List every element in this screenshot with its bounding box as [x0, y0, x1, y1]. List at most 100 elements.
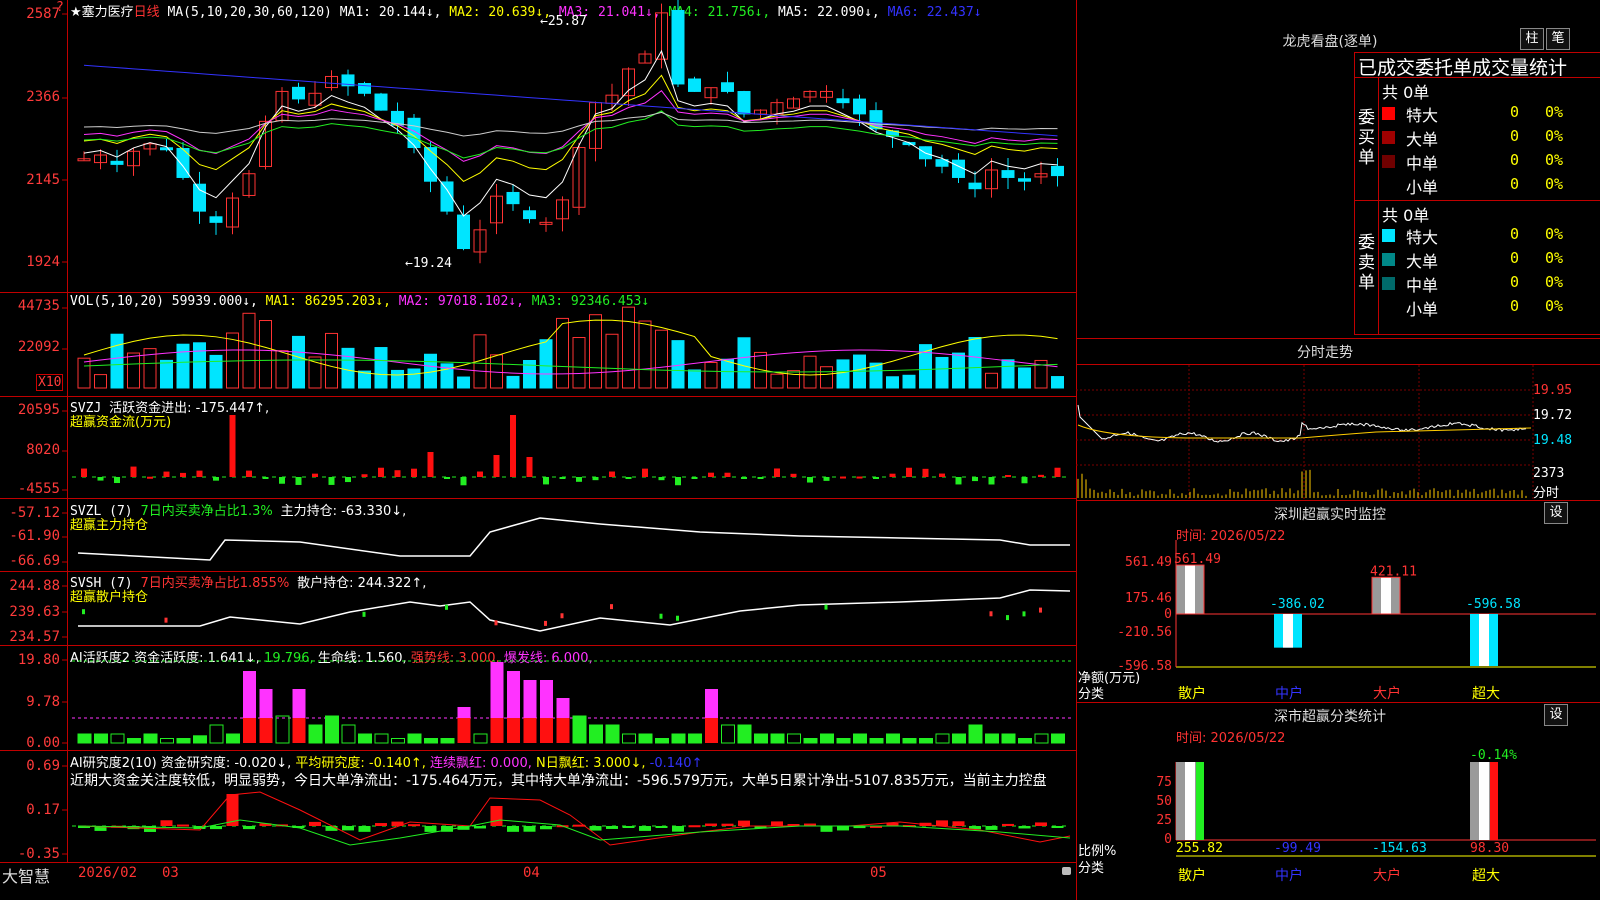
kline-charts[interactable]	[0, 0, 1076, 882]
ai2-bar	[176, 738, 191, 744]
svzl-line	[77, 517, 1070, 561]
svsh-tick	[659, 613, 663, 619]
lock-icon[interactable]	[1062, 867, 1071, 875]
research-bar	[771, 821, 783, 826]
monitor-y-label: 561.49	[1125, 555, 1172, 570]
volume-bar	[655, 329, 668, 389]
monitor-title: 深圳超赢实时监控	[1274, 507, 1386, 523]
research-bar	[672, 826, 684, 832]
research-bar	[325, 826, 338, 831]
research-bar	[705, 823, 717, 826]
volume-bar	[506, 375, 520, 389]
volume-bar	[985, 372, 998, 389]
svzj-bar	[922, 468, 929, 477]
date-label: 05	[870, 865, 887, 881]
svzj-bar	[196, 470, 203, 477]
volume-bar	[688, 369, 701, 389]
intraday-chart[interactable]	[1076, 365, 1600, 500]
ai2-bar	[869, 738, 884, 744]
candle-body	[671, 9, 685, 85]
svzj-bar	[1021, 477, 1028, 484]
svsh-tick	[164, 617, 168, 623]
stats-chart[interactable]: 75 50 25 0 -0.14% 255.82 -99.49 -154.63 98.30	[1076, 740, 1600, 900]
ai2-bar	[754, 733, 768, 744]
ai2-bar	[292, 718, 306, 743]
research-bar	[490, 806, 503, 826]
research-bar	[1018, 826, 1031, 829]
volume-bar	[407, 368, 421, 389]
volume-bar	[820, 366, 833, 389]
svzj-bar	[295, 477, 302, 485]
volume-bar	[209, 354, 223, 389]
research-bar	[622, 826, 635, 828]
volume-bar	[737, 337, 751, 389]
svzj-bar	[1038, 474, 1044, 477]
volume-bar	[622, 306, 635, 389]
buy-row-value: 0	[1510, 151, 1520, 169]
bar-mode-button[interactable]: 柱	[1520, 28, 1544, 50]
volume-bar	[935, 356, 949, 389]
candle-body	[1051, 165, 1064, 177]
ai2-bar	[523, 680, 537, 718]
volume-bar	[275, 350, 289, 389]
ai2-bar	[160, 738, 174, 744]
stats-settings-button[interactable]: 设	[1544, 704, 1568, 726]
sell-row-percent: 0%	[1545, 297, 1564, 315]
svzj-bar	[642, 468, 648, 477]
monitor-bar	[1274, 614, 1302, 648]
ma5-line	[83, 111, 1058, 137]
candle-body	[209, 216, 223, 223]
ai2-bar	[556, 698, 570, 718]
monitor-chart[interactable]: 561.49 175.460 -210.56 -596.58 561.49 -386.02…	[1076, 540, 1600, 700]
svsh-tick	[544, 620, 547, 626]
candle-body	[374, 93, 388, 111]
monitor-y-label: 0	[1164, 607, 1172, 622]
svzj-bar	[592, 477, 599, 481]
svzj-bar	[180, 472, 186, 477]
sell-row-percent: 0%	[1545, 249, 1564, 267]
svzj-bar	[889, 473, 896, 477]
svsh-tick	[494, 620, 498, 626]
monitor-bar-label: -596.58	[1466, 597, 1521, 612]
tick-mode-button[interactable]: 笔	[1546, 28, 1570, 50]
ai2-bar	[886, 733, 900, 744]
buy-row-name: 特大	[1406, 106, 1439, 125]
stats-bar	[1176, 762, 1204, 840]
sell-row-name: 中单	[1406, 276, 1439, 295]
monitor-bar-label: 421.11	[1370, 564, 1417, 579]
sell-row-name: 大单	[1406, 252, 1439, 271]
ai2-bar	[292, 689, 306, 718]
sell-total: 共 0单	[1382, 206, 1430, 225]
svsh-tick	[1022, 611, 1026, 617]
svzj-bar	[345, 477, 351, 483]
buy-row-value: 0	[1510, 175, 1520, 193]
ai2-bar	[308, 724, 323, 744]
bar-accent	[1196, 762, 1204, 840]
research-bar	[375, 823, 387, 826]
svzj-bar	[378, 467, 384, 477]
ai2-bar	[705, 718, 718, 743]
research-bar	[177, 824, 189, 827]
monitor-settings-button[interactable]: 设	[1544, 502, 1568, 524]
ai2-bar	[688, 733, 702, 744]
candle-body	[1018, 178, 1031, 182]
volume-bar	[886, 376, 899, 389]
candle-body	[292, 86, 305, 100]
sell-color-swatch	[1382, 277, 1395, 290]
ai2-bar	[556, 718, 570, 743]
candle-body	[1001, 170, 1015, 178]
stats-value: -99.49	[1274, 841, 1321, 856]
svzj-bar	[1054, 467, 1061, 477]
ai2-bar	[540, 718, 553, 743]
stats-top-label: -0.14%	[1470, 748, 1517, 763]
sell-color-swatch	[1382, 229, 1395, 242]
svzj-bar	[81, 468, 87, 477]
svzj-bar	[807, 477, 813, 483]
svzj-bar	[873, 477, 879, 479]
svzj-bar	[262, 477, 269, 479]
stats-bar	[1470, 762, 1498, 840]
ai2-bar	[523, 718, 537, 743]
svzj-bar	[97, 477, 104, 481]
svsh-tick	[82, 609, 85, 615]
candle-body	[160, 147, 173, 151]
